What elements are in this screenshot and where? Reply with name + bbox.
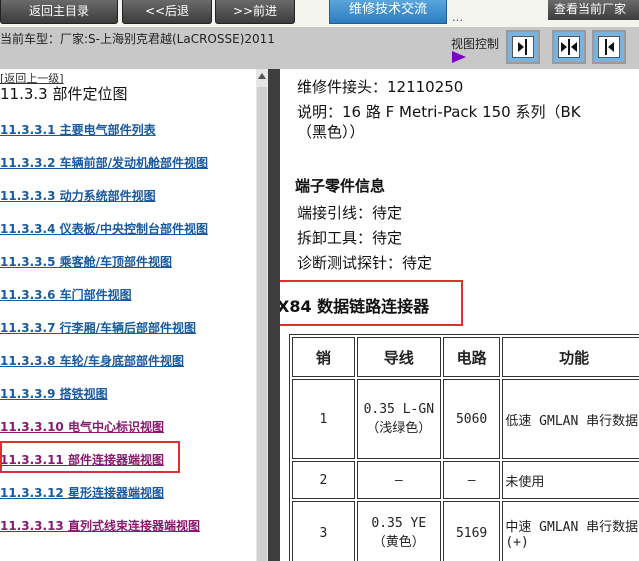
sidebar: [返回上一级] 11.3.3 部件定位图 11.3.3.1 主要电气部件列表 1… bbox=[0, 69, 256, 561]
sidebar-item-main-electrical-parts-list[interactable]: 11.3.3.1 主要电气部件列表 bbox=[0, 121, 156, 138]
pin-cell: 3 bbox=[292, 501, 355, 561]
scrollbar-thumb[interactable] bbox=[257, 87, 267, 561]
connector-title-highlight: X84 数据链路连接器 bbox=[280, 280, 463, 326]
expand-left-icon bbox=[598, 36, 620, 58]
wire-cell: — bbox=[356, 461, 441, 499]
table-row: 1 0.35 L-GN（浅绿色） 5060 低速 GMLAN 串行数据 bbox=[292, 379, 639, 459]
view-control-arrow-icon bbox=[452, 51, 466, 63]
back-button[interactable]: <<后退 bbox=[122, 0, 212, 24]
circuit-cell: 5169 bbox=[442, 501, 501, 561]
sidebar-item-trunk-rear-view[interactable]: 11.3.3.7 行李厢/车辆后部部件视图 bbox=[0, 319, 196, 336]
wire-cell: 0.35 YE（黄色） bbox=[356, 501, 441, 561]
column-header-circuit: 电路 bbox=[442, 337, 501, 377]
current-model-text: 当前车型：厂家:S-上海别克君越(LaCROSSE)2011 bbox=[0, 32, 275, 46]
column-header-wire: 导线 bbox=[356, 337, 441, 377]
sidebar-item-front-engine-bay-view[interactable]: 11.3.3.2 车辆前部/发动机舱部件视图 bbox=[0, 154, 208, 171]
expand-right-icon bbox=[512, 36, 534, 58]
forward-button[interactable]: >>前进 bbox=[215, 0, 295, 24]
section-title: 11.3.3 部件定位图 bbox=[0, 85, 128, 103]
view-current-maker-button[interactable]: 查看当前厂家 bbox=[548, 0, 639, 20]
scroll-up-arrow-icon[interactable] bbox=[258, 73, 266, 79]
column-header-pin: 销 bbox=[292, 337, 355, 377]
main-content: 维修件接头：12110250 说明：16 路 F Metri-Pack 150 … bbox=[280, 69, 639, 561]
pin-cell: 1 bbox=[292, 379, 355, 459]
sidebar-item-powertrain-view[interactable]: 11.3.3.3 动力系统部件视图 bbox=[0, 187, 156, 204]
description-line-1: 说明：16 路 F Metri-Pack 150 系列（BK bbox=[297, 103, 581, 121]
function-cell: 未使用 bbox=[502, 461, 639, 499]
view-expand-right-button[interactable] bbox=[506, 30, 540, 64]
table-row: 2 — — 未使用 bbox=[292, 461, 639, 499]
pin-cell: 2 bbox=[292, 461, 355, 499]
sidebar-scrollbar[interactable] bbox=[256, 69, 268, 561]
circuit-cell: 5060 bbox=[442, 379, 501, 459]
function-cell: 低速 GMLAN 串行数据 bbox=[502, 379, 639, 459]
view-control-label: 视图控制 bbox=[451, 37, 500, 51]
sidebar-item-instrument-panel-view[interactable]: 11.3.3.4 仪表板/中央控制台部件视图 bbox=[0, 220, 208, 237]
pane-splitter[interactable] bbox=[268, 69, 280, 561]
pinout-table-wrapper: 销 导线 电路 功能 1 0.35 L-GN（浅绿色） 5060 低速 GMLA… bbox=[289, 334, 639, 561]
function-cell: 中速 GMLAN 串行数据 (+) bbox=[502, 501, 639, 561]
sidebar-item-wheel-underbody-view[interactable]: 11.3.3.8 车轮/车身底部部件视图 bbox=[0, 352, 184, 369]
terminal-info-heading: 端子零件信息 bbox=[295, 177, 386, 195]
model-bar: 当前车型：厂家:S-上海别克君越(LaCROSSE)2011 视图控制 bbox=[0, 27, 639, 69]
tech-exchange-button[interactable]: 维修技术交流 bbox=[329, 0, 447, 24]
table-row: 3 0.35 YE（黄色） 5169 中速 GMLAN 串行数据 (+) bbox=[292, 501, 639, 561]
circuit-cell: — bbox=[442, 461, 501, 499]
sidebar-item-star-connector-end-view[interactable]: 11.3.3.12 星形连接器端视图 bbox=[0, 484, 164, 501]
top-toolbar: 返回主目录 <<后退 >>前进 维修技术交流 … 查看当前厂家 bbox=[0, 0, 639, 27]
home-button[interactable]: 返回主目录 bbox=[0, 0, 118, 24]
table-header-row: 销 导线 电路 功能 bbox=[292, 337, 639, 377]
sidebar-item-passenger-roof-view[interactable]: 11.3.3.5 乘客舱/车顶部件视图 bbox=[0, 253, 172, 270]
split-view-icon bbox=[558, 36, 580, 58]
active-item-highlight bbox=[0, 441, 180, 473]
sidebar-item-inline-harness-connector-end-view[interactable]: 11.3.3.13 直列式线束连接器端视图 bbox=[0, 517, 200, 534]
release-tool-text: 拆卸工具：待定 bbox=[297, 229, 403, 247]
view-expand-left-button[interactable] bbox=[592, 30, 626, 64]
connector-title: X84 数据链路连接器 bbox=[280, 297, 430, 316]
view-split-button[interactable] bbox=[552, 30, 586, 64]
wire-cell: 0.35 L-GN（浅绿色） bbox=[356, 379, 441, 459]
description-line-2: （黑色）） bbox=[297, 123, 365, 141]
sidebar-item-door-view[interactable]: 11.3.3.6 车门部件视图 bbox=[0, 286, 132, 303]
probe-text: 诊断测试探针：待定 bbox=[297, 254, 433, 272]
tech-exchange-more[interactable]: … bbox=[452, 11, 463, 24]
sidebar-item-electrical-center-view[interactable]: 11.3.3.10 电气中心标识视图 bbox=[0, 418, 164, 435]
sidebar-item-ground-view[interactable]: 11.3.3.9 搭铁视图 bbox=[0, 385, 108, 402]
pinout-table: 销 导线 电路 功能 1 0.35 L-GN（浅绿色） 5060 低速 GMLA… bbox=[289, 334, 639, 561]
part-connector-text: 维修件接头：12110250 bbox=[297, 78, 464, 96]
terminal-lead-text: 端接引线：待定 bbox=[297, 204, 403, 222]
column-header-function: 功能 bbox=[502, 337, 639, 377]
